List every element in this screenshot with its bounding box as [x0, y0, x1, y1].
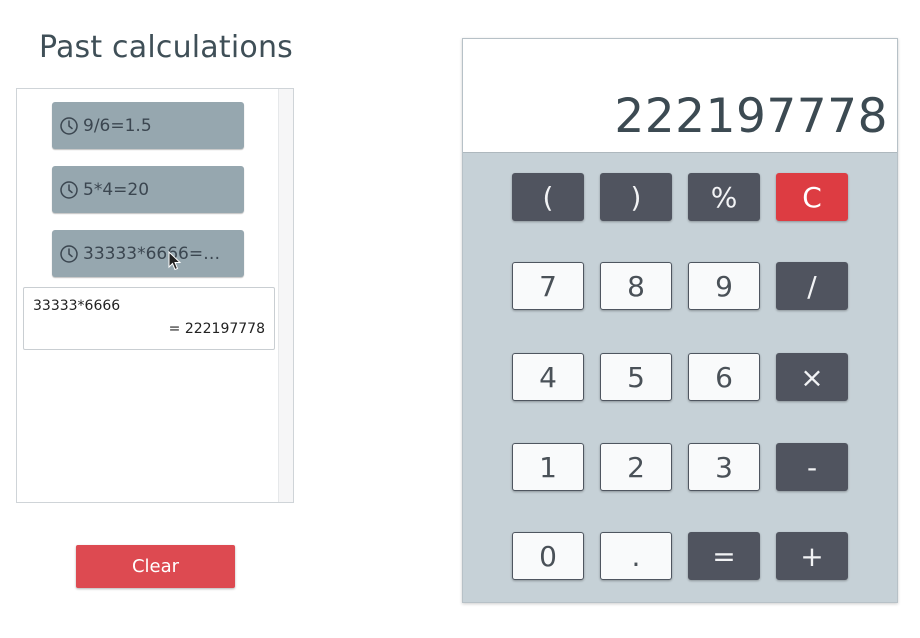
key-equals[interactable]: =: [688, 532, 760, 580]
history-item-label: 9/6=1.5: [83, 115, 152, 136]
key-1[interactable]: 1: [512, 443, 584, 491]
key-plus[interactable]: +: [776, 532, 848, 580]
clock-icon: [60, 244, 78, 263]
clear-history-button[interactable]: Clear: [76, 545, 235, 588]
key-open-paren[interactable]: (: [512, 173, 584, 221]
key-percent[interactable]: %: [688, 173, 760, 221]
key-3[interactable]: 3: [688, 443, 760, 491]
key-4[interactable]: 4: [512, 353, 584, 401]
key-5[interactable]: 5: [600, 353, 672, 401]
history-scrollbar[interactable]: [278, 89, 293, 502]
key-minus[interactable]: -: [776, 443, 848, 491]
history-detail-tooltip: 33333*6666 = 222197778: [23, 287, 275, 350]
key-multiply[interactable]: ×: [776, 353, 848, 401]
key-9[interactable]: 9: [688, 262, 760, 310]
clock-icon: [60, 116, 78, 135]
key-7[interactable]: 7: [512, 262, 584, 310]
key-close-paren[interactable]: ): [600, 173, 672, 221]
key-clear[interactable]: C: [776, 173, 848, 221]
key-0[interactable]: 0: [512, 532, 584, 580]
display-value: 222197778: [614, 89, 888, 144]
clock-icon: [60, 180, 78, 199]
key-divide[interactable]: /: [776, 262, 848, 310]
history-detail-expression: 33333*6666: [33, 298, 121, 314]
key-decimal[interactable]: .: [600, 532, 672, 580]
key-2[interactable]: 2: [600, 443, 672, 491]
history-item[interactable]: 5*4=20: [52, 166, 244, 213]
calculator-display: 222197778: [463, 39, 897, 153]
history-title: Past calculations: [39, 30, 293, 65]
history-item-label: 5*4=20: [83, 179, 150, 200]
history-item-label: 33333*6666=…: [83, 243, 221, 264]
key-8[interactable]: 8: [600, 262, 672, 310]
history-item[interactable]: 9/6=1.5: [52, 102, 244, 149]
calculator: 222197778 ( ) % C 7 8 9 / 4 5 6 × 1 2 3 …: [462, 38, 898, 603]
history-item[interactable]: 33333*6666=…: [52, 230, 244, 277]
key-6[interactable]: 6: [688, 353, 760, 401]
history-list[interactable]: 9/6=1.5 5*4=20 33333*6666=… 33333*6666 =…: [16, 88, 294, 503]
history-detail-result: = 222197778: [168, 321, 265, 337]
